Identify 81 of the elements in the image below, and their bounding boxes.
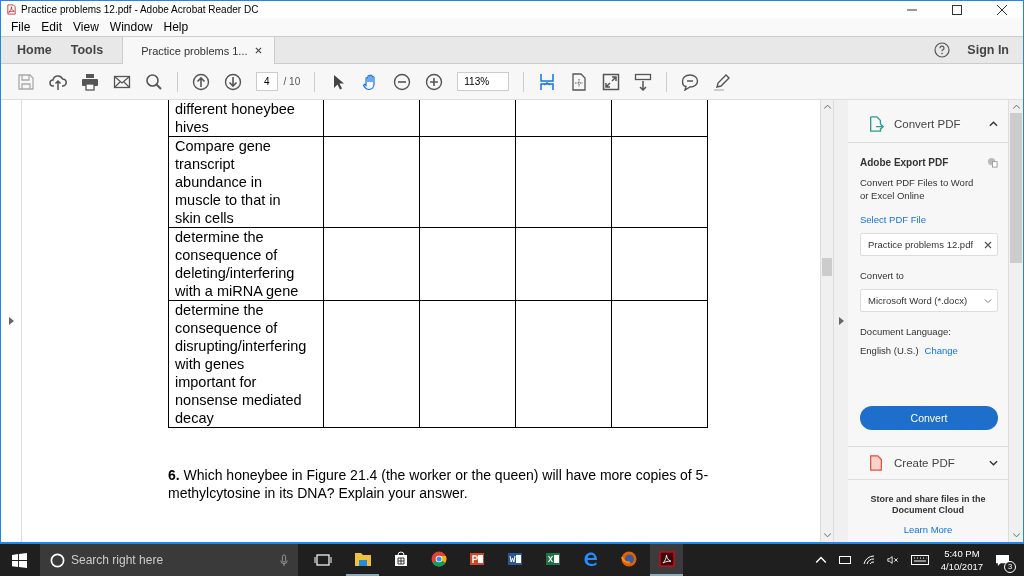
tab-label: Practice problems 1... xyxy=(141,44,248,57)
print-icon[interactable] xyxy=(81,72,99,91)
excel-icon[interactable] xyxy=(543,551,562,567)
scroll-up-icon[interactable] xyxy=(823,104,831,109)
field-label: Document Language: xyxy=(860,326,952,337)
table-cell: different honeybee hives xyxy=(168,100,324,137)
full-screen-icon[interactable] xyxy=(602,72,621,91)
search-icon[interactable] xyxy=(145,72,163,91)
chrome-icon[interactable] xyxy=(429,551,448,567)
menu-item[interactable]: Window xyxy=(109,20,153,34)
keyboard-icon[interactable] xyxy=(910,555,929,565)
scrollbar-thumb[interactable] xyxy=(1010,113,1022,263)
panel-description: Convert PDF Files to Word or Excel Online xyxy=(860,176,975,202)
menu-item[interactable]: Edit xyxy=(41,20,63,34)
zoom-in-icon[interactable] xyxy=(425,72,444,91)
export-document-icon xyxy=(868,116,884,132)
search-field[interactable]: Search right here xyxy=(40,544,298,576)
firefox-icon[interactable] xyxy=(619,551,638,567)
collapse-arrow-icon[interactable] xyxy=(838,317,844,325)
windows-start-icon[interactable] xyxy=(12,552,27,568)
create-document-icon xyxy=(868,455,884,471)
close-icon[interactable] xyxy=(997,4,1007,15)
zoom-dropdown[interactable]: 113% xyxy=(457,72,510,91)
nav-tab[interactable]: Home xyxy=(17,37,52,63)
cloud-text: Store and share files in the Document Cloud xyxy=(869,494,987,516)
microphone-icon[interactable] xyxy=(280,553,288,567)
battery-icon[interactable] xyxy=(838,555,851,565)
folder-icon[interactable] xyxy=(353,551,372,567)
word-icon[interactable] xyxy=(505,551,524,567)
scroll-down-icon[interactable] xyxy=(823,533,831,538)
window-title: Practice problems 12.pdf - Adobe Acrobat Reader DC xyxy=(21,4,259,15)
cloud-document-icon[interactable] xyxy=(987,157,998,168)
chevron-down-icon xyxy=(984,296,992,305)
create-pdf-header[interactable]: Create PDF xyxy=(848,446,1008,473)
wifi-icon[interactable] xyxy=(862,555,875,565)
document-tab[interactable]: Practice problems 1... xyxy=(122,37,275,64)
menu-item[interactable]: View xyxy=(73,20,99,34)
acrobat-icon[interactable] xyxy=(657,551,676,567)
next-page-icon[interactable] xyxy=(224,72,242,91)
scrollbar-thumb[interactable] xyxy=(822,258,832,276)
sign-in-link[interactable]: Sign In xyxy=(967,43,1009,57)
comment-icon[interactable] xyxy=(681,72,700,91)
scroll-up-icon[interactable] xyxy=(1012,104,1020,109)
chevron-up-icon[interactable] xyxy=(814,555,827,565)
help-icon[interactable] xyxy=(934,42,951,58)
task-view-icon[interactable] xyxy=(314,552,332,568)
menu-item[interactable]: Help xyxy=(163,20,189,34)
edge-icon[interactable] xyxy=(581,551,600,567)
menu-item[interactable]: File xyxy=(11,20,31,34)
learn-more-link[interactable]: Learn More xyxy=(903,524,953,535)
expand-arrow-icon[interactable] xyxy=(8,317,14,325)
table-cell: determine the consequence of disrupting/interfering with genes important for nonsense mediated decay xyxy=(168,300,324,428)
cortana-icon xyxy=(50,552,65,568)
fit-page-icon[interactable] xyxy=(538,72,557,91)
field-label: Convert to xyxy=(860,270,905,281)
clear-icon[interactable] xyxy=(984,240,992,249)
scroll-mode-icon[interactable] xyxy=(634,72,653,91)
language-value: English (U.S.) xyxy=(860,345,919,356)
scroll-down-icon[interactable] xyxy=(1012,533,1020,538)
page-count: / 10 xyxy=(283,76,301,87)
pdf-file-icon xyxy=(6,4,17,15)
nav-tab[interactable]: Tools xyxy=(70,37,104,63)
document-arrows-icon[interactable] xyxy=(570,72,589,91)
format-dropdown[interactable]: Microsoft Word (*.docx) xyxy=(860,289,998,312)
panel-title: Adobe Export PDF xyxy=(860,157,949,168)
convert-button[interactable]: Convert xyxy=(860,406,998,430)
maximize-icon[interactable] xyxy=(952,4,962,15)
clock[interactable]: 5:40 PM 4/10/2017 xyxy=(940,548,983,572)
highlighter-icon[interactable] xyxy=(713,72,732,91)
zoom-out-icon[interactable] xyxy=(393,72,412,91)
close-icon[interactable] xyxy=(254,47,262,54)
page-number-field[interactable]: 4 xyxy=(256,72,278,91)
cloud-upload-icon[interactable] xyxy=(49,72,67,91)
muted-speaker-icon[interactable] xyxy=(886,555,899,565)
question-text: 6. Which honeybee in Figure 21.4 (the worker or the queen) will have more copies of 5-methylcytosine in its DNA? Explain your answer. xyxy=(167,466,710,502)
notifications-icon[interactable] xyxy=(995,553,1010,567)
previous-page-icon[interactable] xyxy=(192,72,210,91)
powerpoint-icon[interactable] xyxy=(467,551,486,567)
file-field[interactable]: Practice problems 12.pdf xyxy=(860,233,998,256)
change-link[interactable]: Change xyxy=(924,345,958,356)
select-file-link[interactable]: Select PDF File xyxy=(860,214,998,225)
